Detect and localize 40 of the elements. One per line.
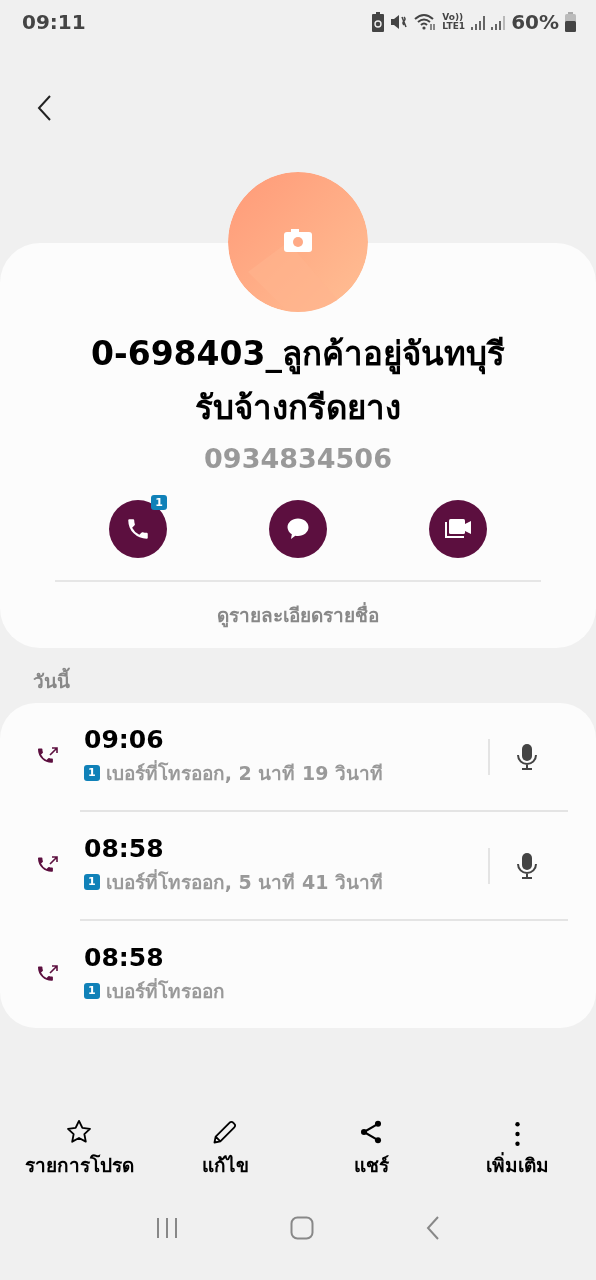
signal-icon xyxy=(491,14,506,30)
battery-percent: 60% xyxy=(511,10,559,34)
battery-icon xyxy=(565,12,576,32)
edit-button[interactable]: แก้ไข xyxy=(155,1118,295,1180)
volte-label: Vo)) xyxy=(442,13,464,22)
contact-name: รับจ้างกรีดยาง xyxy=(194,387,402,429)
call-time: 09:06 xyxy=(84,725,165,754)
battery-saver-icon xyxy=(372,12,385,32)
phone-icon xyxy=(125,516,151,542)
back-icon[interactable] xyxy=(426,1216,440,1240)
video-call-button[interactable] xyxy=(429,500,487,558)
mute-icon xyxy=(390,13,409,31)
more-icon xyxy=(514,1122,520,1146)
sim-badge: 1 xyxy=(84,874,100,890)
call-time: 08:58 xyxy=(84,834,165,863)
lte-label: LTE1 xyxy=(442,22,466,31)
section-label: วันนี้ xyxy=(33,666,70,696)
call-detail: เบอร์ที่โทรออก, 2 นาที 19 วินาที xyxy=(105,759,383,786)
more-button[interactable]: เพิ่มเติม xyxy=(447,1118,587,1180)
microphone-icon[interactable] xyxy=(516,742,538,771)
wifi-icon xyxy=(414,13,437,31)
message-button[interactable] xyxy=(269,500,327,558)
recent-apps-icon[interactable] xyxy=(156,1217,178,1239)
signal-icon xyxy=(471,14,486,30)
call-detail: เบอร์ที่โทรออก xyxy=(105,977,225,1004)
pencil-icon xyxy=(211,1118,239,1146)
call-button[interactable] xyxy=(109,500,167,558)
home-icon[interactable] xyxy=(290,1216,314,1240)
clock: 09:11 xyxy=(22,10,86,34)
favorite-button[interactable]: รายการโปรด xyxy=(9,1118,149,1180)
sim-badge: 1 xyxy=(84,765,100,781)
phone-number: 0934834506 xyxy=(204,443,392,474)
contact-name: 0-698403_ลูกค้าอยู่จันทบุรี xyxy=(91,333,505,377)
sim-badge: 1 xyxy=(151,495,167,510)
call-time: 08:58 xyxy=(84,943,165,972)
sim-badge: 1 xyxy=(84,983,100,999)
star-icon xyxy=(65,1118,93,1146)
share-button[interactable]: แชร์ xyxy=(301,1118,441,1180)
microphone-icon[interactable] xyxy=(516,851,538,880)
call-detail: เบอร์ที่โทรออก, 5 นาที 41 วินาที xyxy=(105,868,383,895)
